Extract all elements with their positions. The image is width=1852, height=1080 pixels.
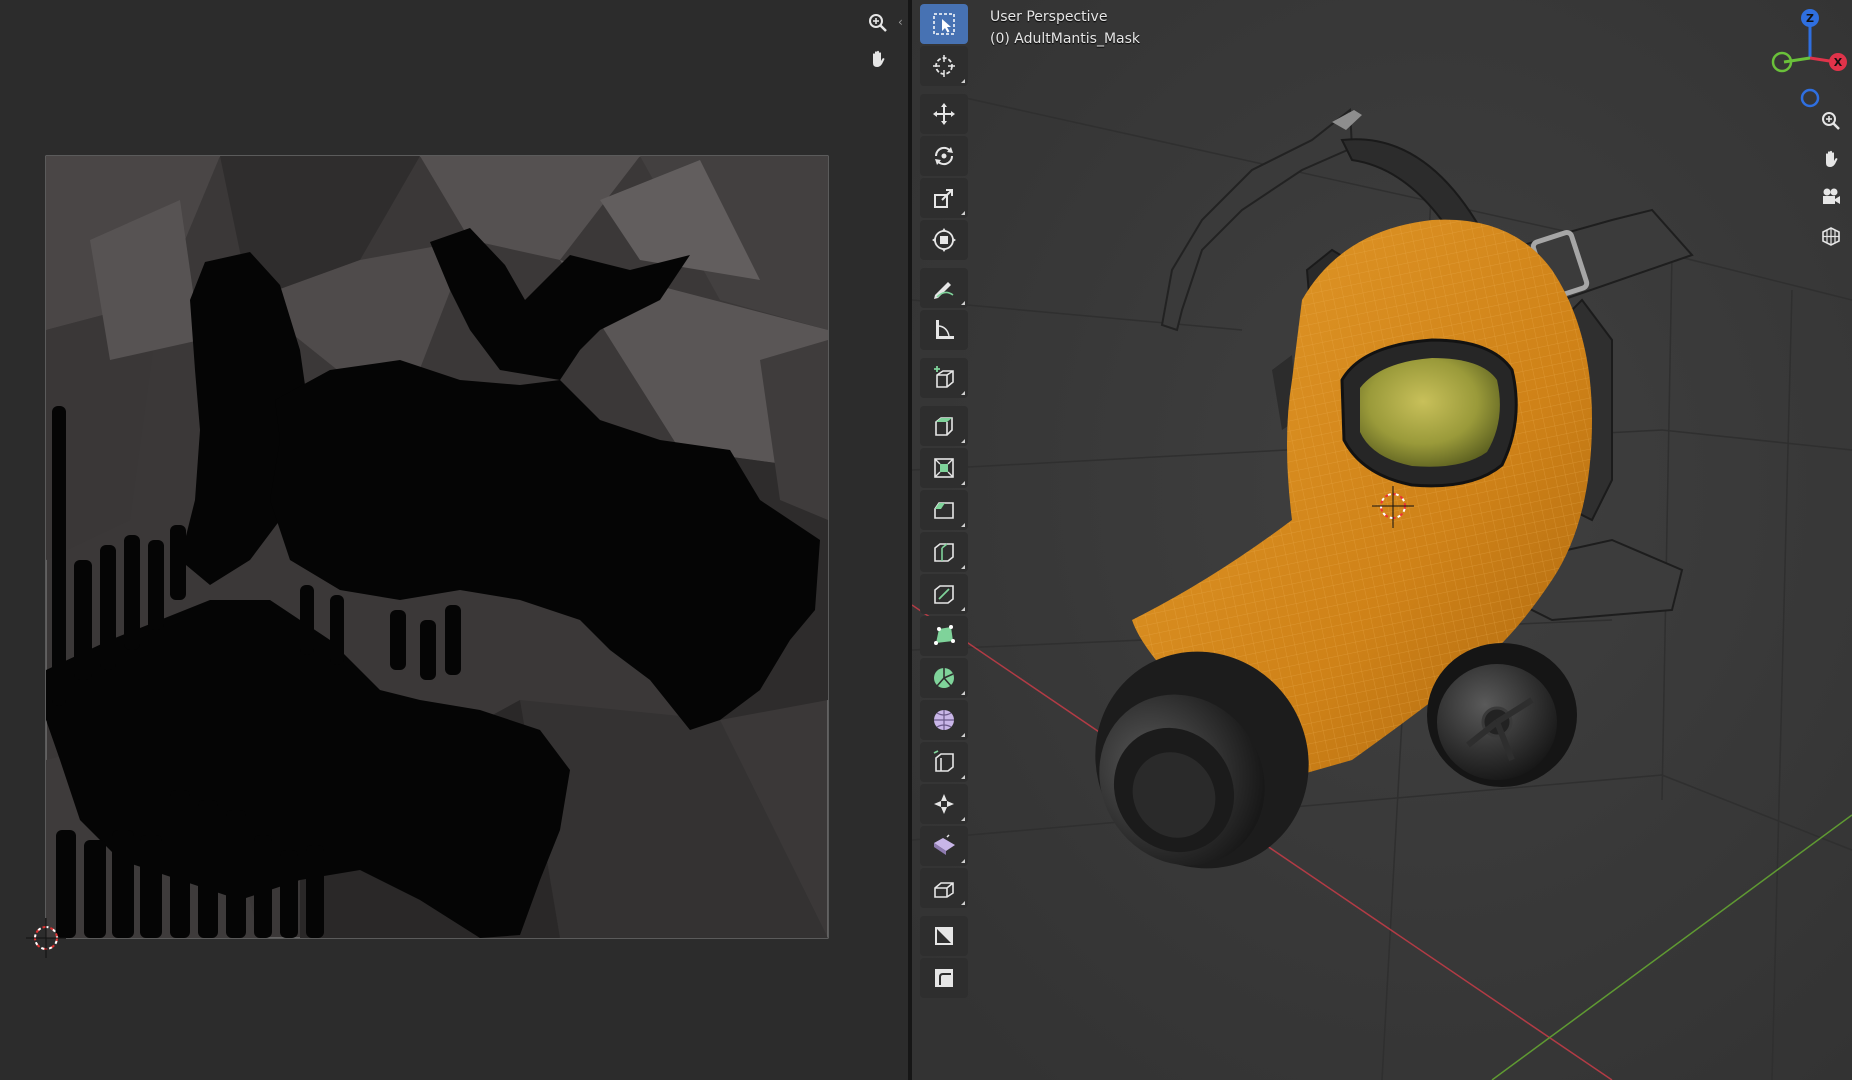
select-box-tool[interactable] (920, 4, 968, 44)
add-cube-tool[interactable] (920, 358, 968, 398)
viewport-pan-button[interactable] (1816, 144, 1846, 174)
bevel-tool[interactable] (920, 490, 968, 530)
viewport-zoom-button[interactable] (1816, 106, 1846, 136)
right-filter-canister (1427, 643, 1577, 787)
scale-tool[interactable] (920, 178, 968, 218)
select-box-icon (933, 13, 955, 35)
edge-slide-tool[interactable] (920, 742, 968, 782)
loop-cut-icon (934, 543, 954, 562)
transform-tool[interactable] (920, 220, 968, 260)
gizmo-z-label: Z (1806, 12, 1814, 25)
edge-slide-icon (933, 750, 954, 772)
shear-icon (934, 834, 955, 855)
inset-icon (934, 458, 954, 478)
view-name-label: User Perspective (990, 9, 1108, 25)
grid-icon (1822, 227, 1840, 246)
gizmo-x-label: X (1834, 56, 1843, 69)
measure-icon (936, 320, 954, 339)
uv-canvas[interactable] (0, 0, 908, 1080)
tool-shelf (918, 4, 970, 1000)
knife-icon (934, 585, 954, 604)
poly-build-tool[interactable] (920, 616, 968, 656)
cursor-tool[interactable] (920, 46, 968, 86)
transform-icon (932, 228, 956, 252)
rotate-icon (934, 146, 954, 166)
extrude-icon (935, 417, 953, 436)
add-cube-icon (934, 366, 954, 388)
measure-tool[interactable] (920, 310, 968, 350)
active-object-label: (0) AdultMantis_Mask (990, 31, 1141, 47)
annotate-tool[interactable] (920, 268, 968, 308)
uv-editor[interactable]: ‹ (0, 0, 908, 1080)
uv-pan-button[interactable] (863, 44, 893, 74)
uv-sync-tool[interactable] (920, 916, 968, 956)
viewport-info: User Perspective (0) AdultMantis_Mask (990, 6, 1140, 50)
scale-icon (934, 189, 953, 208)
shrink-fatten-tool[interactable] (920, 784, 968, 824)
rip-icon (934, 882, 954, 898)
smooth-icon (934, 710, 954, 730)
uv-edge-tool[interactable] (920, 958, 968, 998)
3d-viewport[interactable]: User Perspective (0) AdultMantis_Mask Z … (912, 0, 1852, 1080)
inset-faces-tool[interactable] (920, 448, 968, 488)
navigation-gizmo[interactable]: Z X (1766, 4, 1850, 108)
shrink-fatten-icon (934, 794, 954, 814)
viewport-nav-buttons (1816, 106, 1850, 258)
viewport-camera-button[interactable] (1816, 182, 1846, 212)
loop-cut-tool[interactable] (920, 532, 968, 572)
move-icon (933, 103, 955, 125)
knife-tool[interactable] (920, 574, 968, 614)
poly-build-icon (934, 625, 955, 645)
uv-edge-icon (935, 969, 953, 987)
smooth-tool[interactable] (920, 700, 968, 740)
cursor-icon (933, 55, 955, 77)
gizmo-neg-z-axis[interactable] (1800, 88, 1820, 108)
shear-tool[interactable] (920, 826, 968, 866)
bevel-icon (934, 502, 954, 519)
spin-tool[interactable] (920, 658, 968, 698)
spin-icon (934, 668, 954, 688)
uv-sync-icon (935, 927, 953, 945)
collapse-arrow-icon[interactable]: ‹ (898, 12, 908, 32)
uv-zoom-button[interactable] (863, 8, 893, 38)
camera-icon (1823, 188, 1840, 204)
rip-region-tool[interactable] (920, 868, 968, 908)
rotate-tool[interactable] (920, 136, 968, 176)
zoom-icon (1822, 112, 1840, 130)
zoom-icon (869, 14, 887, 32)
annotate-icon (934, 282, 954, 299)
pan-hand-icon (873, 50, 885, 67)
viewport-ortho-button[interactable] (1816, 220, 1846, 250)
viewport-canvas[interactable] (912, 0, 1852, 1080)
extrude-region-tool[interactable] (920, 406, 968, 446)
pan-hand-icon (1826, 150, 1838, 167)
move-tool[interactable] (920, 94, 968, 134)
